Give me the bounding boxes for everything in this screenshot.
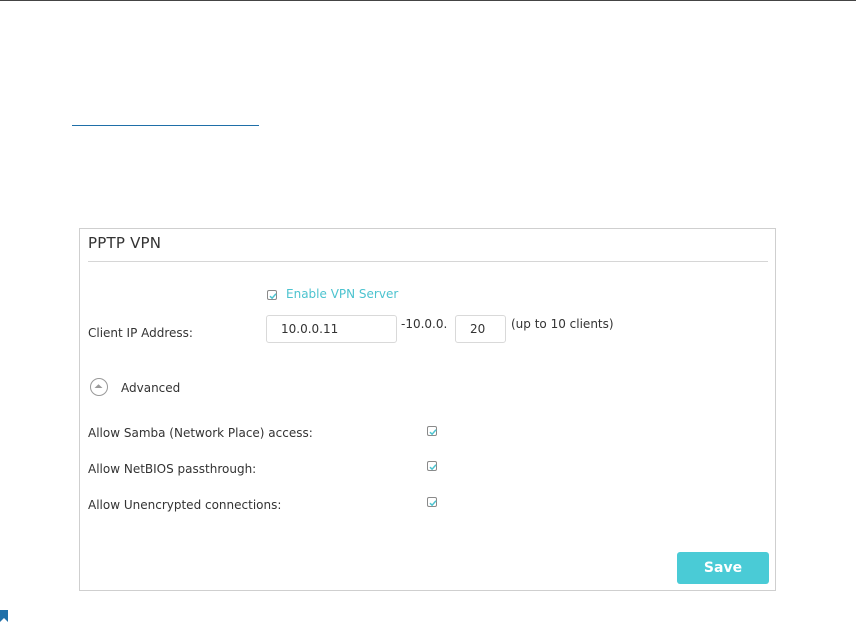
allow-samba-checkbox[interactable] [427,426,437,436]
client-ip-label: Client IP Address: [88,326,193,340]
client-ip-end-input[interactable] [455,315,506,343]
client-ip-separator: -10.0.0. [401,317,448,331]
checkmark-icon [429,464,437,471]
allow-unencrypted-label: Allow Unencrypted connections: [88,498,282,512]
checkmark-icon [429,500,437,507]
client-ip-start-input[interactable] [266,315,397,343]
checkmark-icon [429,429,437,436]
allow-samba-label: Allow Samba (Network Place) access: [88,426,313,440]
client-limit-note: (up to 10 clients) [511,317,614,331]
top-divider [0,0,856,1]
enable-vpn-label: Enable VPN Server [286,287,399,301]
chevron-up-icon [94,384,103,388]
allow-unencrypted-checkbox[interactable] [427,497,437,507]
bookmark-icon [0,610,8,622]
enable-vpn-checkbox[interactable] [267,290,277,300]
panel-title: PPTP VPN [88,234,162,252]
checkmark-icon [269,293,277,300]
pptp-vpn-panel: PPTP VPN Enable VPN Server Client IP Add… [79,228,776,591]
allow-netbios-checkbox[interactable] [427,461,437,471]
save-button[interactable]: Save [677,552,769,584]
collapse-advanced-icon[interactable] [90,378,108,396]
allow-netbios-label: Allow NetBIOS passthrough: [88,462,257,476]
link-underline [72,125,259,126]
advanced-toggle-label[interactable]: Advanced [121,381,180,395]
panel-title-divider [88,261,768,262]
